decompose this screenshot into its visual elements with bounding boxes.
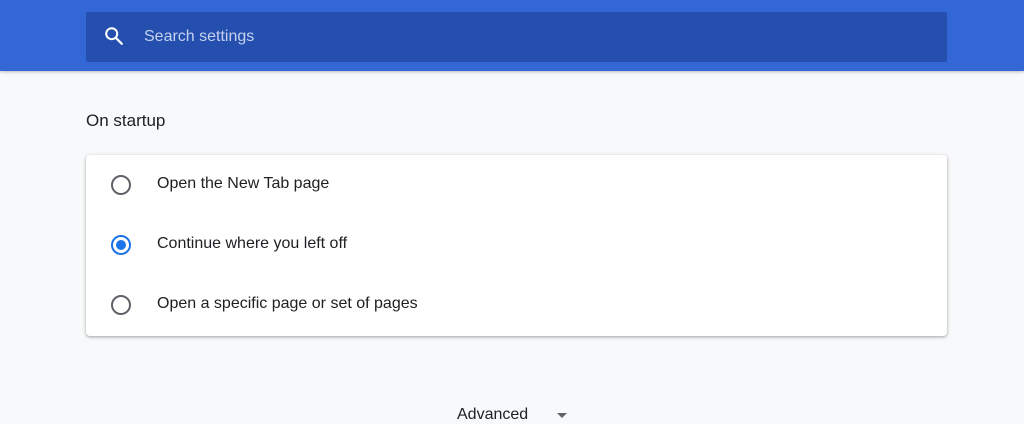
radio-button[interactable] <box>111 175 131 195</box>
startup-options-card: Open the New Tab page Continue where you… <box>86 155 947 336</box>
radio-button[interactable] <box>111 295 131 315</box>
advanced-toggle[interactable]: Advanced <box>457 406 528 424</box>
search-icon[interactable] <box>103 25 125 47</box>
radio-button-selected[interactable] <box>111 235 131 255</box>
search-input[interactable] <box>130 12 944 62</box>
option-label: Open a specific page or set of pages <box>157 295 418 312</box>
option-continue-where-left-off[interactable]: Continue where you left off <box>86 215 947 275</box>
option-label: Continue where you left off <box>157 235 348 252</box>
section-title: On startup <box>86 111 166 130</box>
option-open-specific-pages[interactable]: Open a specific page or set of pages <box>86 275 947 335</box>
option-label: Open the New Tab page <box>157 175 330 192</box>
option-open-new-tab[interactable]: Open the New Tab page <box>86 155 947 215</box>
arrow-drop-down-icon[interactable] <box>557 413 567 418</box>
